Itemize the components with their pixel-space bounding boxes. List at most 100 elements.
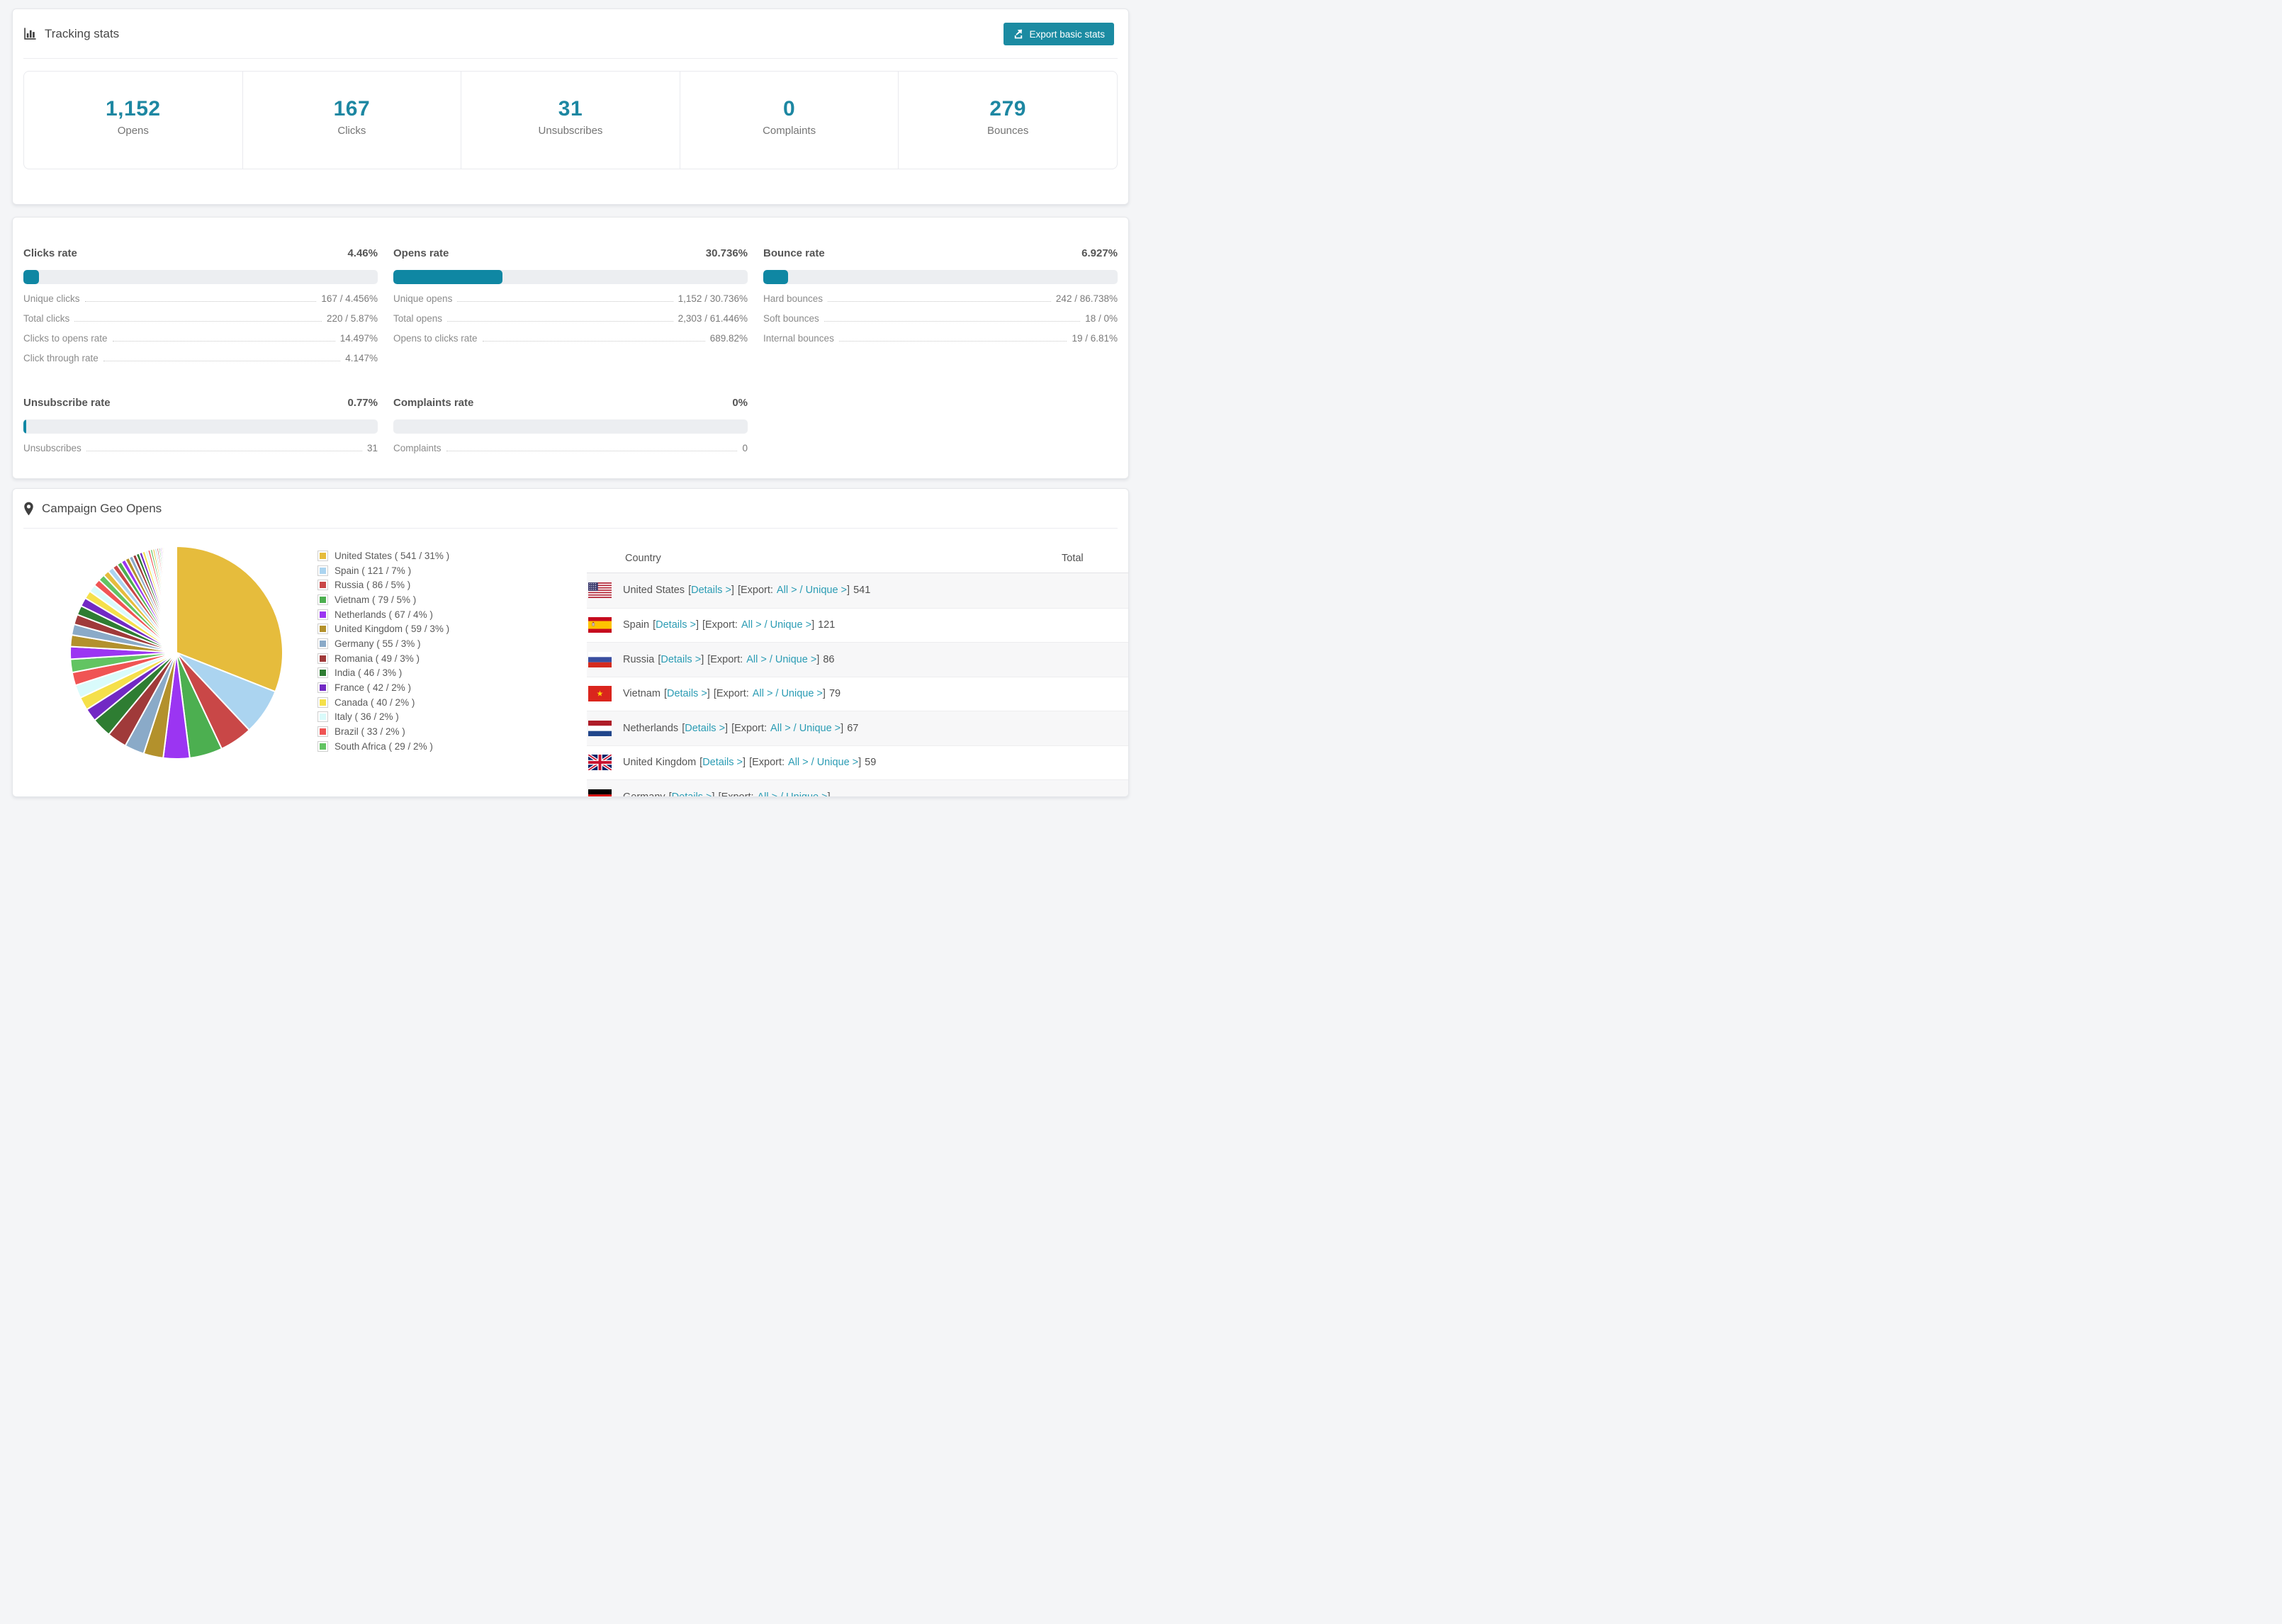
legend-label: Vietnam ( 79 / 5% ) xyxy=(335,594,417,605)
legend-label: India ( 46 / 3% ) xyxy=(335,667,403,679)
stat-label: Complaints xyxy=(763,125,816,137)
legend-item[interactable]: India ( 46 / 3% ) xyxy=(317,666,551,681)
country-total: 67 xyxy=(847,722,859,734)
slash-separator: / xyxy=(793,722,797,734)
legend-item[interactable]: Spain ( 121 / 7% ) xyxy=(317,563,551,578)
legend-item[interactable]: Netherlands ( 67 / 4% ) xyxy=(317,607,551,622)
export-unique-link[interactable]: Unique > xyxy=(775,654,816,665)
country-name: Vietnam xyxy=(623,688,661,700)
legend-swatch xyxy=(317,594,328,605)
legend-swatch xyxy=(317,653,328,664)
legend-item[interactable]: Vietnam ( 79 / 5% ) xyxy=(317,592,551,607)
legend-item[interactable]: Russia ( 86 / 5% ) xyxy=(317,577,551,592)
legend-item[interactable]: United States ( 541 / 31% ) xyxy=(317,548,551,563)
legend-label: Netherlands ( 67 / 4% ) xyxy=(335,609,433,620)
stat-row-label: Unsubscribes xyxy=(23,443,82,453)
stat-label: Clicks xyxy=(337,125,366,137)
legend-swatch xyxy=(317,711,328,723)
stat-row-label: Click through rate xyxy=(23,353,99,363)
export-unique-link[interactable]: Unique > xyxy=(786,791,827,796)
stat-row: Click through rate 4.147% xyxy=(23,353,378,373)
stat-row-label: Complaints xyxy=(393,443,442,453)
stat-row-value: 4.147% xyxy=(345,353,378,363)
details-link[interactable]: Details > xyxy=(667,688,707,699)
table-row: United Kingdom [Details >] [Export: All >… xyxy=(587,745,1128,780)
slash-separator: / xyxy=(775,688,779,700)
slash-separator: / xyxy=(780,791,784,797)
export-all-link[interactable]: All > xyxy=(758,791,778,796)
table-row: Netherlands [Details >] [Export: All > / Un… xyxy=(587,711,1128,745)
stat-box: 31 Unsubscribes xyxy=(461,72,680,169)
slash-separator: / xyxy=(769,653,772,665)
legend-label: Brazil ( 33 / 2% ) xyxy=(335,726,405,738)
export-all-link[interactable]: All > xyxy=(788,757,809,768)
legend-item[interactable]: France ( 42 / 2% ) xyxy=(317,680,551,695)
legend-item[interactable]: Brazil ( 33 / 2% ) xyxy=(317,724,551,739)
country-flag-icon xyxy=(588,617,612,633)
progress-bar xyxy=(23,419,378,434)
stat-row-value: 242 / 86.738% xyxy=(1055,293,1118,304)
stat-row-label: Unique clicks xyxy=(23,293,80,304)
legend-item[interactable]: Canada ( 40 / 2% ) xyxy=(317,695,551,710)
table-row: Vietnam [Details >] [Export: All > / Unique… xyxy=(587,676,1128,711)
stat-box: 0 Complaints xyxy=(680,72,899,169)
country-total: 121 xyxy=(818,619,836,631)
export-unique-link[interactable]: Unique > xyxy=(799,723,841,734)
export-all-link[interactable]: All > xyxy=(770,723,791,734)
export-unique-link[interactable]: Unique > xyxy=(781,688,822,699)
stat-row-label: Unique opens xyxy=(393,293,453,304)
export-unique-link[interactable]: Unique > xyxy=(817,757,858,768)
stat-row-value: 18 / 0% xyxy=(1085,313,1118,324)
legend-swatch xyxy=(317,682,328,694)
progress-bar xyxy=(763,270,1118,284)
dotted-leader xyxy=(74,321,322,322)
legend-label: France ( 42 / 2% ) xyxy=(335,682,412,694)
export-all-link[interactable]: All > xyxy=(777,585,797,596)
dotted-leader xyxy=(482,341,705,342)
country-flag-icon xyxy=(588,686,612,702)
details-link[interactable]: Details > xyxy=(661,654,701,665)
campaign-geo-opens-card: Campaign Geo Opens United States ( 541 /… xyxy=(12,488,1129,797)
details-link[interactable]: Details > xyxy=(685,723,725,734)
export-all-link[interactable]: All > xyxy=(741,619,762,631)
export-all-link[interactable]: All > xyxy=(746,654,767,665)
stat-box: 167 Clicks xyxy=(243,72,462,169)
details-link[interactable]: Details > xyxy=(702,757,743,768)
country-flag-icon xyxy=(588,789,612,796)
country-flag-icon xyxy=(588,582,612,599)
rate-value: 30.736% xyxy=(705,247,748,259)
legend-swatch xyxy=(317,609,328,620)
stat-row: Opens to clicks rate 689.82% xyxy=(393,333,748,353)
legend-label: Canada ( 40 / 2% ) xyxy=(335,697,415,708)
table-row: Germany [Details >] [Export: All > / Unique… xyxy=(587,779,1128,797)
rate-rows: Hard bounces 242 / 86.738% Soft bounces … xyxy=(763,293,1118,353)
map-pin-icon xyxy=(24,502,33,515)
export-basic-stats-button[interactable]: Export basic stats xyxy=(1004,23,1114,45)
country-name: Netherlands xyxy=(623,722,679,734)
stat-row: Complaints 0 xyxy=(393,443,748,463)
rate-section: Opens rate 30.736% Unique opens 1,152 / … xyxy=(393,247,748,373)
country-name: Spain xyxy=(623,619,650,631)
stat-number: 279 xyxy=(989,97,1026,120)
legend-item[interactable]: Italy ( 36 / 2% ) xyxy=(317,710,551,725)
export-unique-link[interactable]: Unique > xyxy=(770,619,811,631)
progress-bar-fill xyxy=(23,270,40,284)
stat-row: Unique opens 1,152 / 30.736% xyxy=(393,293,748,313)
details-link[interactable]: Details > xyxy=(656,619,696,631)
legend-label: Italy ( 36 / 2% ) xyxy=(335,711,399,723)
legend-item[interactable]: Germany ( 55 / 3% ) xyxy=(317,636,551,651)
progress-bar xyxy=(393,270,748,284)
details-link[interactable]: Details > xyxy=(691,585,731,596)
country-flag-icon xyxy=(588,651,612,667)
legend-item[interactable]: South Africa ( 29 / 2% ) xyxy=(317,739,551,754)
stat-row-value: 1,152 / 30.736% xyxy=(678,293,748,304)
legend-label: South Africa ( 29 / 2% ) xyxy=(335,740,433,752)
legend-item[interactable]: United Kingdom ( 59 / 3% ) xyxy=(317,621,551,636)
rate-rows: Unique opens 1,152 / 30.736% Total opens… xyxy=(393,293,748,353)
export-all-link[interactable]: All > xyxy=(753,688,773,699)
legend-swatch xyxy=(317,667,328,679)
export-unique-link[interactable]: Unique > xyxy=(806,585,847,596)
details-link[interactable]: Details > xyxy=(672,791,712,796)
stat-number: 0 xyxy=(782,97,796,120)
legend-item[interactable]: Romania ( 49 / 3% ) xyxy=(317,651,551,666)
